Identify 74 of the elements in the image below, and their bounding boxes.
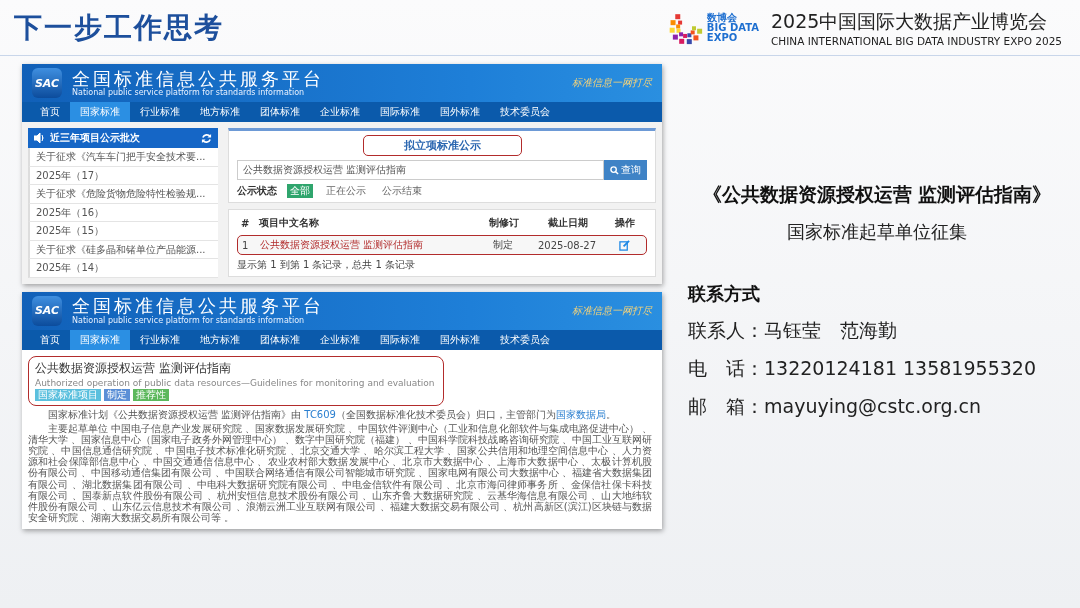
expo-title: 2025中国国际大数据产业博览会 [770, 8, 1049, 34]
nav-tab[interactable]: 国际标准 [370, 102, 430, 122]
link[interactable]: 国家数据局 [555, 408, 606, 420]
nav-tab[interactable]: 企业标准 [310, 102, 370, 122]
nav-tab[interactable]: 行业标准 [130, 329, 190, 350]
site-subtitle: National public service platform for standards information [72, 88, 306, 98]
subheading: 国家标准起草单位征集 [787, 220, 967, 244]
sidebar-title: 近三年项目公示批次 [50, 131, 141, 145]
sidebar-item[interactable]: 2025年（17） [28, 166, 218, 185]
column-header: # [241, 217, 251, 229]
sidebar-item[interactable]: 关于征求《汽车车门把手安全技术要... [28, 148, 218, 167]
standard-heading: 《公共数据资源授权运营 监测评估指南》 [702, 182, 1052, 207]
column-header: 制修订 [488, 216, 520, 230]
tag: 制定 [104, 388, 130, 401]
table-cell-text: 2025-08-27 [536, 239, 598, 251]
filter-label: 公示状态 [237, 184, 277, 198]
sidebar-item[interactable]: 2025年（15） [28, 222, 218, 241]
search-field[interactable]: 公共数据资源授权运营 监测评估指南 [237, 160, 604, 180]
sac-logo: SAC [32, 68, 62, 98]
nav-tab[interactable]: 团体标准 [250, 102, 310, 122]
link[interactable]: TC609 [304, 408, 336, 420]
contact-title: 联系方式 [686, 282, 761, 306]
filter-option[interactable]: 公示结束 [379, 184, 425, 198]
nav-tab[interactable]: 企业标准 [310, 329, 370, 350]
sidebar-item[interactable]: 2025年（14） [28, 259, 218, 278]
nav-tab[interactable]: 国外标准 [430, 102, 490, 122]
expo-subtitle: CHINA INTERNATIONAL BIG DATA INDUSTRY EXPO 2025 [770, 34, 1062, 47]
site-subtitle: National public service platform for standards information [72, 315, 306, 325]
filter-option[interactable]: 正在公示 [323, 184, 369, 198]
nav-tab[interactable]: 首页 [30, 102, 70, 122]
nav-tab[interactable]: 地方标准 [190, 329, 250, 350]
site-title: 全国标准信息公共服务平台 [72, 68, 325, 89]
table-cell-text: 公共数据资源授权运营 监测评估指南 [260, 238, 425, 252]
nav-tab[interactable]: 团体标准 [250, 329, 310, 350]
nav-tab[interactable]: 技术委员会 [490, 329, 560, 350]
refresh-icon[interactable] [201, 132, 212, 144]
panel-title: 拟立项标准公示 [362, 135, 522, 156]
site-title: 全国标准信息公共服务平台 [72, 296, 325, 316]
nav-tab[interactable]: 首页 [30, 329, 70, 350]
paragraph: 主要起草单位 中国电子信息产业发展研究院 、国家数据发展研究院 、中国软件评测中心（工业和信息化部软件与集成电路促进中心） 、清华大学 、国家信息中心（国家电子政务外网管理中心） 、数字中国研究院（福建） 、中国科学院科技战略咨询研究院 、中国工业互联网研究院 、中国信息通信研究院 、中国电子技术标准化研究院 、北京交通大学 、哈尔滨工程大学 、国家公共信用和地理空间信息中心 、人力资源和社会保障部信息中心 、中国交通通信信息中心 、农业农村部大数据发展中心 、北京市大数据中心 、上海市大数据中心 、太极计算机股份有限公司 、中国移动通信集团有限公司 、中国联合网络通信有限公司智能城市研究院 、国家电网有限公司大数据中心 、福建省大数据集团有限公司 、湖北数据集团有限公司 、中电科大数据研究院有限公司 、中电金信软件有限公司 、北京市海问律师事务所 、金保信社保卡科技有限公司 、国泰新点软件股份有限公司 、杭州安恒信息技术股份有限公司 、山东齐鲁大数据研究院 、云基华海信息有限公司 、山大地纬软件股份有限公司 、山东亿云信息技术有限公司 、浪潮云洲工业互联网有限公司 、福建大数据交易有限公司 、杭州高新区(滨江)区块链与数据安全研究院 、湖南大数据交易所有限公司等 。 [28, 422, 652, 524]
standard-english-title: Authorized operation of public data resources—Guidelines for monitoring and evaluation [35, 377, 435, 388]
expo-badge-text: 数博会 [706, 12, 737, 23]
search-button[interactable]: 查询 [604, 160, 647, 180]
standard-title: 公共数据资源授权运营 监测评估指南 [35, 359, 232, 377]
site-slogan: 标准信息一网打尽 [572, 303, 652, 318]
paragraph: 国家标准计划《公共数据资源授权运营 监测评估指南》由 TC609（全国数据标准化技术委员会）归口，主管部门为国家数据局。 [47, 408, 617, 420]
contact-line: 电 话：13220124181 13581955320 [687, 356, 1037, 381]
nav-tab[interactable]: 行业标准 [130, 102, 190, 122]
column-header: 截止日期 [547, 216, 589, 230]
tag: 国家标准项目 [35, 388, 101, 401]
slide-title: 下一步工作思考 [14, 9, 224, 46]
nav-tab[interactable]: 技术委员会 [490, 102, 560, 122]
expo-badge-text: EXPO [706, 32, 739, 43]
sac-logo: SAC [32, 295, 62, 326]
contact-line: 邮 箱：mayuying@cstc.org.cn [687, 394, 983, 419]
column-header: 项目中文名称 [259, 216, 320, 230]
nav-tab[interactable]: 国外标准 [430, 329, 490, 350]
table-cell-text: 1 [242, 239, 250, 251]
edit-icon[interactable] [618, 239, 630, 251]
sidebar-item[interactable]: 关于征求《硅多晶和锗单位产品能源... [28, 240, 218, 259]
record-count: 显示第 1 到第 1 条记录，总共 1 条记录 [237, 258, 417, 272]
speaker-icon [34, 133, 45, 143]
contact-line: 联系人：马钰莹 范海勤 [687, 318, 898, 343]
tag: 推荐性 [133, 388, 169, 401]
nav-tab[interactable]: 国际标准 [370, 329, 430, 350]
expo-badge-text: BIG DATA [706, 22, 759, 33]
table-row[interactable]: 1 公共数据资源授权运营 监测评估指南 制定 2025-08-27 [237, 235, 647, 255]
table-cell-text: 制定 [492, 238, 514, 252]
sidebar-item[interactable]: 关于征求《危险货物危险特性检验规... [28, 185, 218, 204]
search-icon [610, 165, 619, 175]
site-slogan: 标准信息一网打尽 [572, 76, 652, 90]
nav-tab[interactable]: 地方标准 [190, 102, 250, 122]
sidebar-item[interactable]: 2025年（16） [28, 203, 218, 222]
column-header: 操作 [614, 216, 636, 230]
